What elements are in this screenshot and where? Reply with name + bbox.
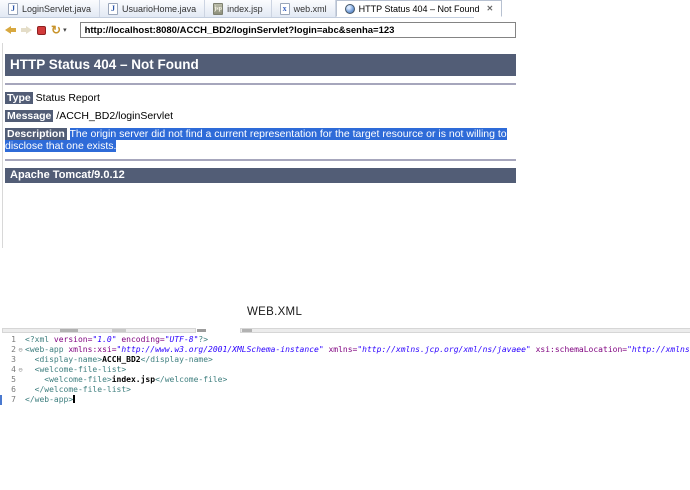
divider-strip-mark: [112, 329, 126, 332]
text-cursor: [73, 395, 75, 403]
divider-strip: [240, 328, 690, 333]
jsp-file-icon: jsp: [213, 2, 224, 15]
code-line[interactable]: 6 </welcome-file-list>: [0, 385, 690, 395]
fold-collapse-icon[interactable]: ⊖: [16, 365, 25, 375]
browser-toolbar: ↻ ▾: [0, 18, 516, 42]
description-row: Description The origin server did not fi…: [5, 128, 516, 152]
type-value: Status Report: [35, 92, 100, 104]
close-icon[interactable]: ✕: [487, 4, 494, 13]
code-text: <?xml version="1.0" encoding="UTF-8"?>: [25, 335, 209, 344]
message-value: /ACCH_BD2/loginServlet: [56, 110, 173, 122]
tomcat-error-page: HTTP Status 404 – Not Found Type Status …: [5, 54, 516, 183]
globe-icon: [344, 3, 355, 14]
code-line[interactable]: 5 <welcome-file>index.jsp</welcome-file>: [0, 375, 690, 385]
fold-gutter: [16, 335, 25, 345]
description-label: Description: [5, 128, 67, 140]
code-line[interactable]: 3 <display-name>ACCH_BD2</display-name>: [0, 355, 690, 365]
type-row: Type Status Report: [5, 92, 516, 104]
stop-button[interactable]: [37, 25, 46, 35]
message-row: Message /ACCH_BD2/loginServlet: [5, 110, 516, 122]
tab-usuariohome-java[interactable]: J UsuarioHome.java: [100, 0, 206, 17]
code-line[interactable]: 4 ⊖ <welcome-file-list>: [0, 365, 690, 375]
url-input[interactable]: [79, 22, 516, 38]
back-arrow-icon: [5, 26, 16, 34]
code-line[interactable]: 2 ⊖ <web-app xmlns:xsi="http://www.w3.org/…: [0, 345, 690, 355]
chevron-down-icon: ▾: [63, 27, 67, 34]
editor-tab-bar: J LoginServlet.java J UsuarioHome.java j…: [0, 0, 503, 18]
current-line-marker: [0, 395, 2, 405]
divider: [5, 159, 516, 161]
refresh-button[interactable]: ↻ ▾: [51, 23, 67, 37]
refresh-icon: ↻: [51, 23, 62, 37]
divider-strip: [2, 328, 196, 333]
code-line[interactable]: 7 </web-app>: [0, 395, 690, 405]
line-number: 7: [11, 395, 16, 404]
divider-strip-mark: [60, 329, 78, 332]
code-line[interactable]: 1 <?xml version="1.0" encoding="UTF-8"?>: [0, 335, 690, 345]
divider-strip-mark: [242, 329, 252, 332]
xml-file-icon: x: [279, 2, 290, 15]
tab-label: HTTP Status 404 – Not Found: [358, 3, 480, 14]
tab-label: index.jsp: [227, 3, 263, 14]
divider: [5, 83, 516, 85]
tab-web-xml[interactable]: x web.xml: [272, 0, 336, 17]
code-text: <display-name>ACCH_BD2</display-name>: [25, 355, 213, 364]
java-file-icon: J: [108, 2, 119, 15]
page-title: HTTP Status 404 – Not Found: [5, 54, 516, 76]
divider-strip-mark: [197, 329, 206, 332]
fold-gutter: [16, 395, 25, 405]
line-number: 6: [11, 385, 16, 394]
code-text: </web-app>: [25, 395, 75, 404]
tab-label: LoginServlet.java: [22, 3, 92, 14]
web-xml-code-editor[interactable]: 1 <?xml version="1.0" encoding="UTF-8"?> 2…: [0, 335, 690, 410]
tab-loginservlet-java[interactable]: J LoginServlet.java: [0, 0, 101, 17]
fold-gutter: [16, 375, 25, 385]
line-number: 5: [11, 375, 16, 384]
stop-icon: [37, 25, 46, 35]
fold-gutter: [16, 385, 25, 395]
forward-button[interactable]: [21, 26, 32, 34]
code-text: </welcome-file-list>: [25, 385, 131, 394]
fold-gutter: [16, 355, 25, 365]
code-lines: 1 <?xml version="1.0" encoding="UTF-8"?> 2…: [0, 335, 690, 405]
tab-label: UsuarioHome.java: [122, 3, 197, 14]
line-number: 3: [11, 355, 16, 364]
type-label: Type: [5, 92, 33, 104]
tab-label: web.xml: [293, 3, 327, 14]
web-xml-caption: WEB.XML: [247, 306, 303, 318]
code-text: <welcome-file-list>: [25, 365, 127, 374]
java-file-icon: J: [8, 2, 18, 15]
fold-collapse-icon[interactable]: ⊖: [16, 345, 25, 355]
code-text: <web-app xmlns:xsi="http://www.w3.org/20…: [25, 345, 690, 354]
back-button[interactable]: [5, 26, 16, 34]
description-value-selected: The origin server did not find a current…: [5, 128, 507, 152]
message-label: Message: [5, 110, 54, 122]
line-number: 2: [11, 345, 16, 354]
browser-content-border: [2, 43, 3, 248]
server-version-banner: Apache Tomcat/9.0.12: [5, 168, 516, 183]
line-number: 4: [11, 365, 16, 374]
tab-http-status-404[interactable]: HTTP Status 404 – Not Found ✕: [335, 0, 503, 17]
forward-arrow-icon: [21, 26, 32, 34]
tab-index-jsp[interactable]: jsp index.jsp: [205, 0, 272, 17]
code-text: <welcome-file>index.jsp</welcome-file>: [25, 375, 228, 384]
line-number: 1: [11, 335, 16, 344]
